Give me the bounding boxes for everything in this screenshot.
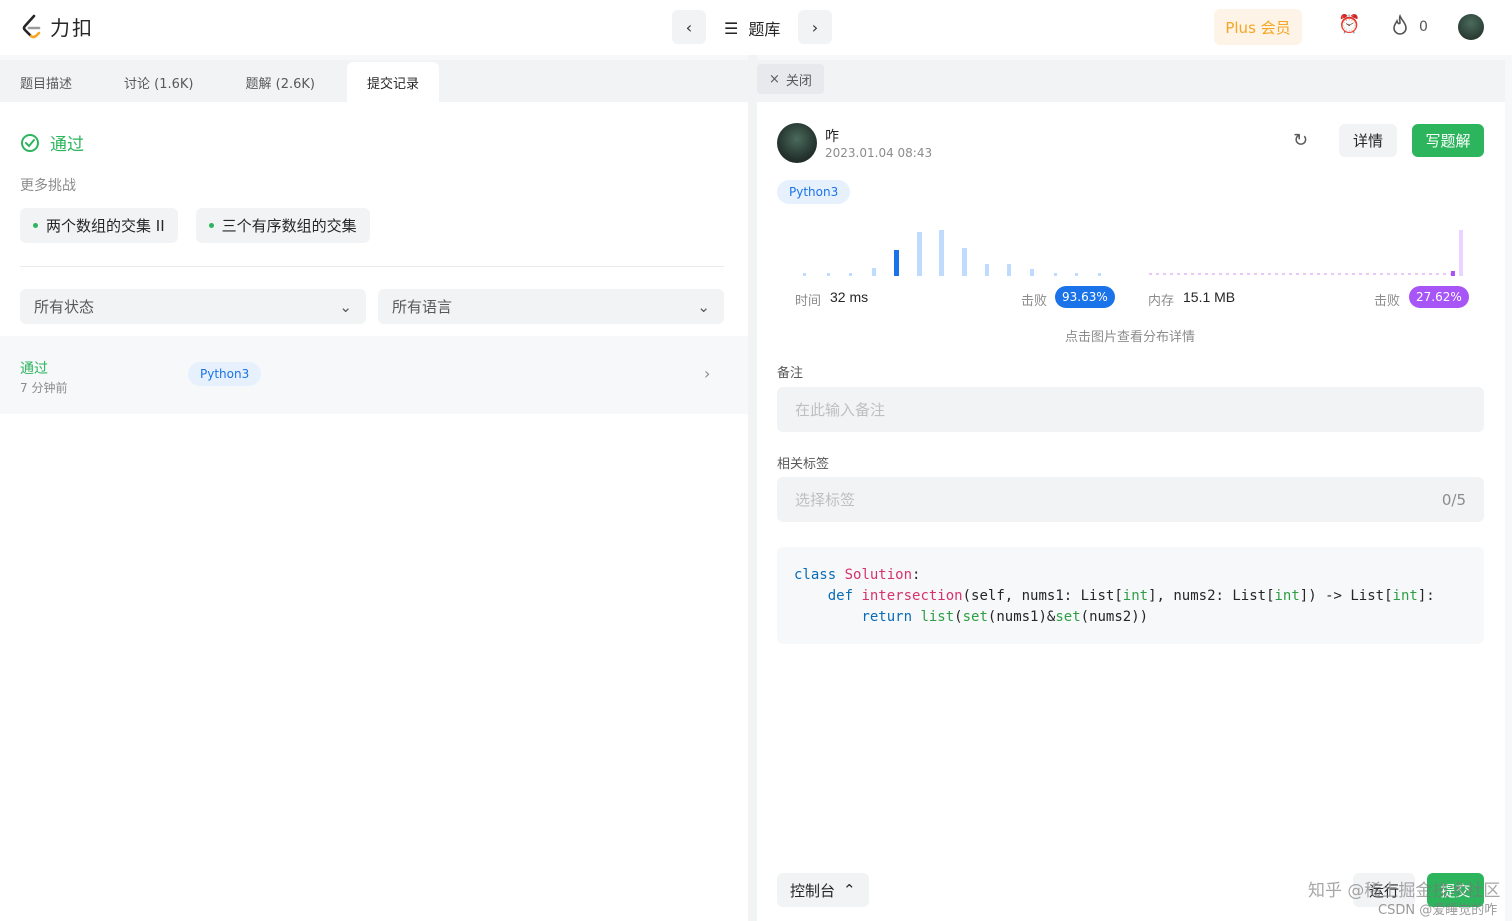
logo-text: 力扣 (50, 16, 94, 40)
problem-list-button[interactable]: ☰ 题库 (724, 16, 780, 40)
dot-icon (33, 223, 38, 228)
code-block: class Solution: def intersection(self, n… (777, 547, 1484, 644)
runtime-beat-label: 击败 (1021, 294, 1048, 309)
runtime-distribution (803, 230, 1101, 276)
tags-select[interactable]: 选择标签 0/5 (777, 477, 1484, 522)
watermark-line1: 知乎 @稀土掘金技术社区 (1308, 881, 1501, 901)
plus-membership-button[interactable]: Plus 会员 (1214, 9, 1302, 45)
submission-row[interactable]: 通过 7 分钟前 Python3 › (0, 336, 748, 414)
flame-icon[interactable] (1390, 14, 1410, 41)
close-tab-button[interactable]: × 关闭 (757, 64, 824, 94)
chart-hint: 点击图片查看分布详情 (1065, 330, 1196, 345)
prev-problem-button[interactable]: ‹ (672, 10, 706, 44)
chevron-right-icon: › (704, 364, 711, 383)
share-icon[interactable]: ↻ (1293, 130, 1308, 151)
tab-discussion[interactable]: 讨论 (1.6K) (104, 62, 213, 102)
panel-splitter[interactable] (748, 55, 757, 921)
check-circle-icon (21, 133, 39, 152)
watermark-line2: CSDN @爱睡觉的咋 (1378, 903, 1498, 918)
memory-label: 内存 (1148, 294, 1175, 309)
challenge-label: 两个数组的交集 II (46, 217, 165, 235)
next-problem-button[interactable]: › (798, 10, 832, 44)
status-text: 通过 (50, 135, 84, 155)
leetcode-logo-icon (22, 14, 41, 38)
code-line: def intersection(self, nums1: List[int],… (827, 588, 1435, 604)
right-tabs: × 关闭 (757, 60, 1505, 102)
tags-placeholder: 选择标签 (795, 491, 856, 509)
memory-distribution (1149, 230, 1463, 276)
memory-value: 15.1 MB (1183, 289, 1236, 305)
language-filter-select[interactable]: 所有语言 ⌄ (378, 289, 724, 324)
user-avatar[interactable] (1458, 14, 1484, 40)
challenge-label: 三个有序数组的交集 (221, 217, 357, 235)
detail-button[interactable]: 详情 (1339, 124, 1397, 157)
menu-icon: ☰ (724, 18, 739, 38)
challenge-list: 两个数组的交集 II 三个有序数组的交集 (20, 208, 370, 243)
notes-label: 备注 (777, 366, 804, 381)
challenge-item[interactable]: 三个有序数组的交集 (195, 208, 370, 243)
language-filter-value: 所有语言 (392, 298, 453, 316)
write-solution-button[interactable]: 写题解 (1412, 124, 1484, 157)
code-line: class Solution: (794, 567, 921, 583)
right-panel: × 关闭 咋 2023.01.04 08:43 ↻ 详情 写题解 Python3 (757, 60, 1505, 921)
submission-date: 2023.01.04 08:43 (825, 146, 933, 160)
chevron-left-icon: ‹ (685, 17, 693, 37)
submission-language-badge: Python3 (188, 362, 262, 386)
accepted-status: 通过 (20, 130, 84, 155)
chevron-down-icon: ⌄ (339, 297, 352, 316)
notes-input[interactable]: 在此输入备注 (777, 387, 1484, 432)
tab-solutions[interactable]: 题解 (2.6K) (226, 62, 335, 102)
submission-status: 通过 (20, 361, 48, 377)
top-bar: 力扣 ‹ ☰ 题库 › Plus 会员 ⏰ 0 (0, 0, 1512, 55)
close-icon: × (769, 71, 780, 87)
left-panel: 题目描述 讨论 (1.6K) 题解 (2.6K) 提交记录 通过 更多挑战 两个… (0, 60, 748, 921)
problem-list-label: 题库 (748, 20, 781, 39)
console-label: 控制台 (790, 881, 836, 900)
submitter-avatar[interactable] (777, 123, 817, 163)
chevron-down-icon: ⌄ (697, 297, 710, 316)
challenge-item[interactable]: 两个数组的交集 II (20, 208, 178, 243)
tags-label: 相关标签 (777, 457, 830, 472)
tab-submissions[interactable]: 提交记录 (346, 62, 439, 102)
notes-placeholder: 在此输入备注 (795, 401, 886, 419)
runtime-beat-badge: 93.63% (1055, 286, 1115, 308)
code-line: return list(set(nums1)&set(nums2)) (861, 609, 1149, 625)
submitter-name: 咋 (825, 129, 839, 145)
logo[interactable]: 力扣 (20, 12, 94, 41)
distribution-chart[interactable] (777, 220, 1477, 280)
status-filter-select[interactable]: 所有状态 ⌄ (20, 289, 366, 324)
console-toggle-button[interactable]: 控制台 ⌃ (777, 873, 869, 907)
left-tabs: 题目描述 讨论 (1.6K) 题解 (2.6K) 提交记录 (0, 60, 748, 102)
streak-count: 0 (1419, 19, 1428, 35)
chevron-up-icon: ⌃ (843, 881, 856, 899)
tab-description[interactable]: 题目描述 (0, 62, 92, 102)
divider (20, 266, 724, 267)
memory-beat-label: 击败 (1374, 294, 1401, 309)
submission-time: 7 分钟前 (20, 381, 68, 395)
close-label: 关闭 (785, 73, 812, 89)
chevron-right-icon: › (811, 17, 819, 37)
tags-count: 0/5 (1441, 490, 1466, 509)
runtime-label: 时间 (795, 294, 822, 309)
alarm-clock-icon[interactable]: ⏰ (1338, 14, 1360, 35)
dot-icon (208, 223, 214, 228)
runtime-value: 32 ms (830, 289, 869, 305)
code-language-badge: Python3 (777, 180, 851, 204)
more-challenges-label: 更多挑战 (20, 178, 76, 194)
status-filter-value: 所有状态 (34, 298, 95, 316)
memory-beat-badge: 27.62% (1409, 286, 1469, 308)
